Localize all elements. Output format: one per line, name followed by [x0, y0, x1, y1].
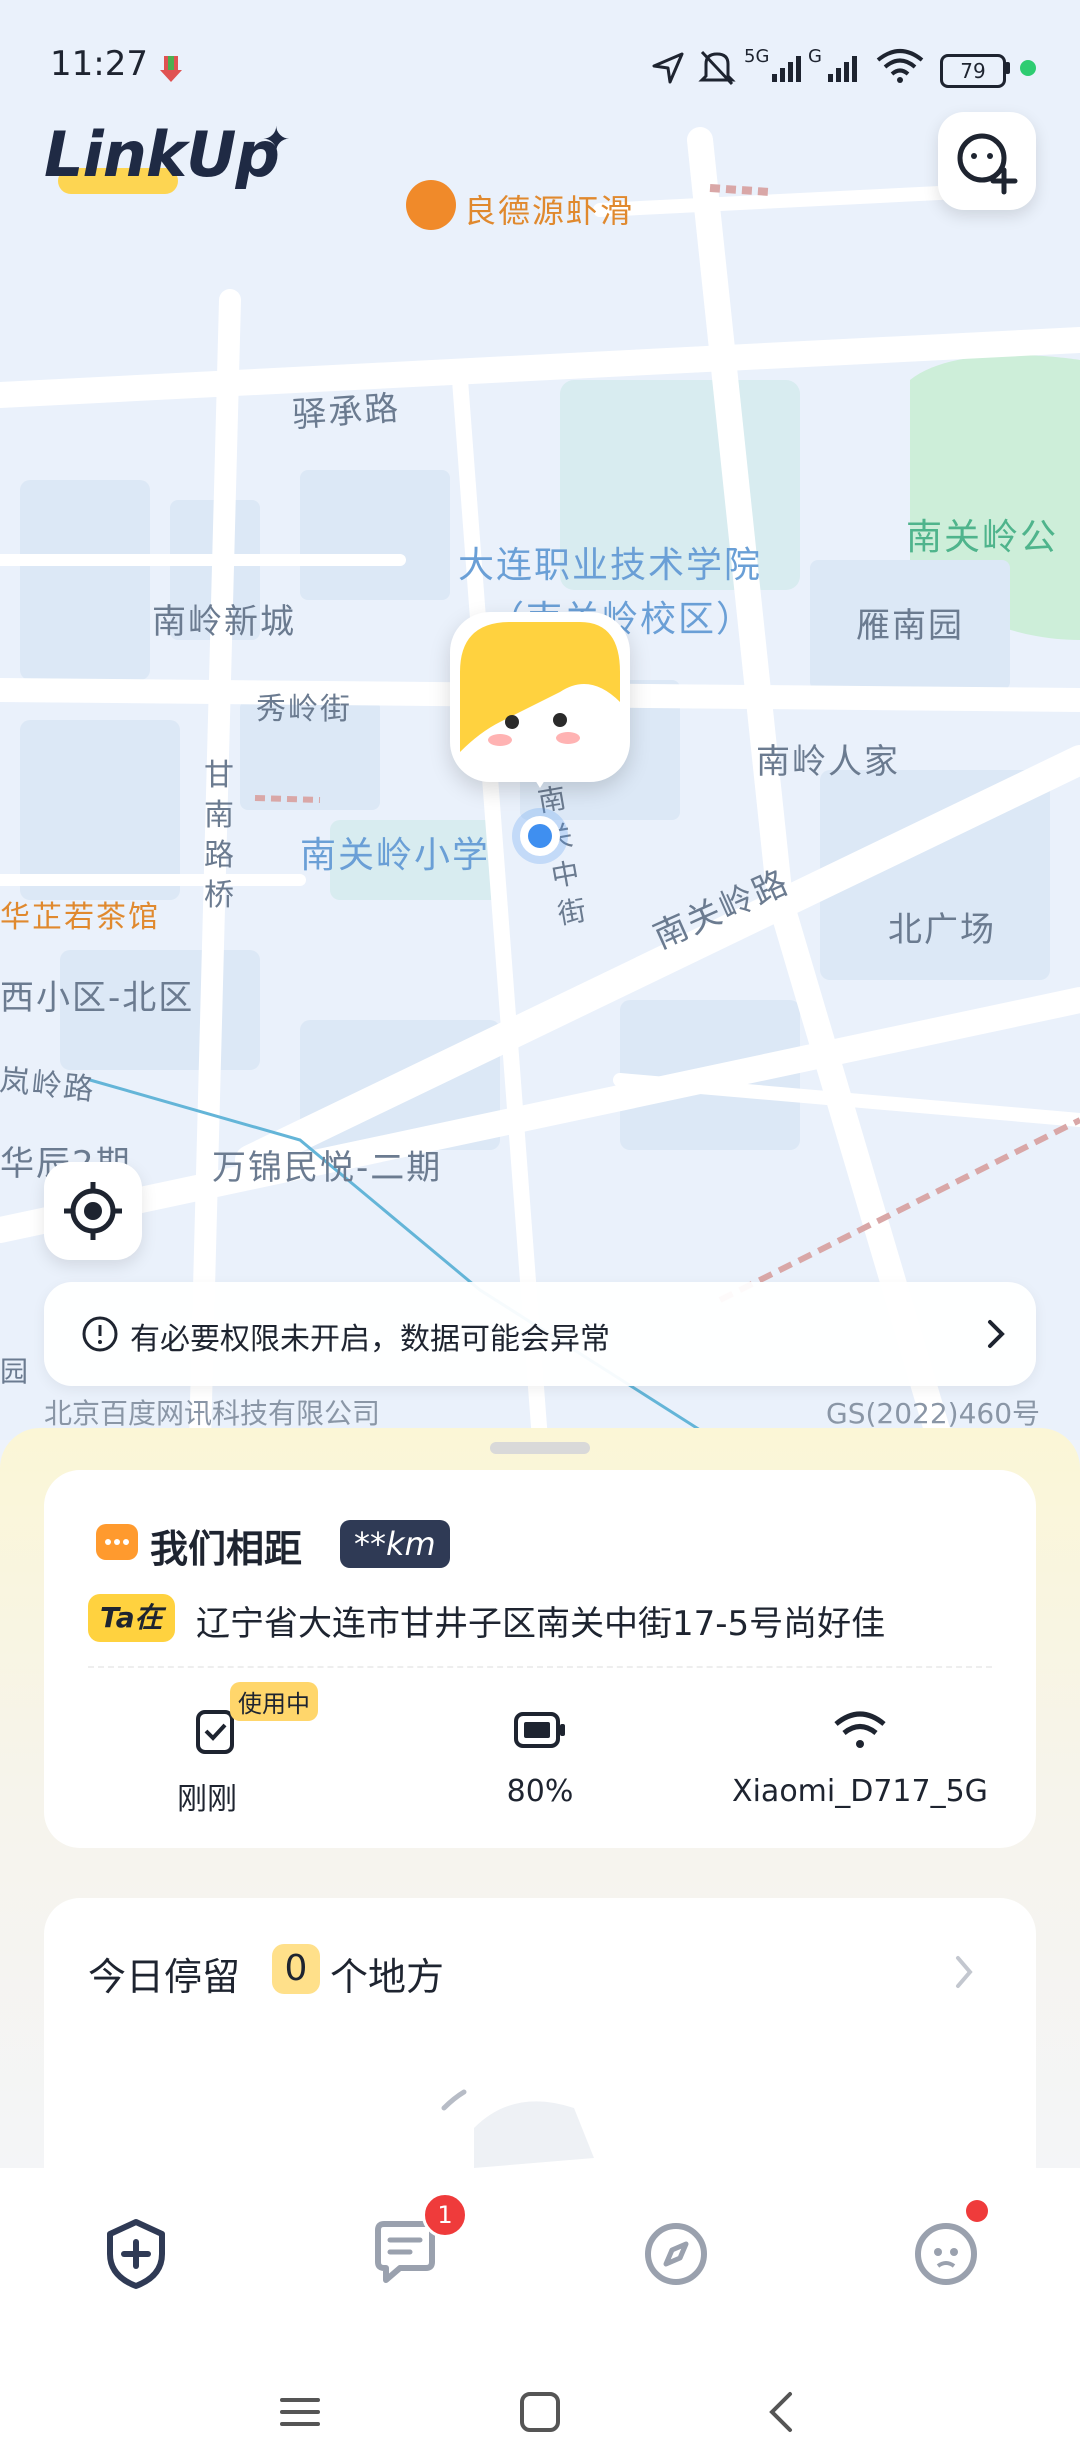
permission-warning-banner[interactable]: 有必要权限未开启，数据可能会异常 [44, 1282, 1036, 1386]
map-view[interactable]: 良德源虾滑 驿承路 大连职业技术学院 （南关岭校区） 南关岭公 南岭新城 雁南园… [0, 0, 1080, 1440]
mute-bell-icon [698, 48, 736, 92]
messages-unread-badge: 1 [422, 2192, 468, 2238]
compass-icon [645, 2223, 707, 2285]
stay-title-suffix: 个地方 [330, 1955, 445, 1999]
partner-address: 辽宁省大连市甘井子区南关中街17-5号尚好佳 [196, 1604, 886, 1644]
map-label: 甘南路桥 [204, 758, 236, 913]
chat-bubble-icon [96, 1524, 138, 1560]
app-logo: LinkUp [44, 118, 280, 191]
battery-indicator: 79 [940, 54, 1006, 88]
map-label: 园 [0, 1355, 31, 1388]
map-license: GS(2022)460号 [826, 1397, 1041, 1430]
map-label: 良德源虾滑 [464, 192, 635, 230]
nav-messages[interactable]: 1 [366, 2192, 468, 2294]
stat-value: 刚刚 [177, 1782, 237, 1817]
location-dot-icon [520, 816, 560, 856]
map-label: 驿承路 [290, 388, 402, 436]
ta-location-badge: Ta在 [88, 1594, 175, 1642]
stat-last-active: 使用中 刚刚 [152, 1682, 318, 1820]
sheet-drag-handle[interactable] [490, 1442, 590, 1454]
map-copyright: 北京百度网讯科技有限公司 [44, 1397, 381, 1430]
location-arrow-icon [650, 50, 686, 90]
home-square-icon [520, 2392, 560, 2432]
wifi-status-icon [876, 48, 924, 88]
map-label: 大连职业技术学院 [458, 545, 763, 586]
in-use-badge: 使用中 [230, 1682, 318, 1721]
map-label: 万锦民悦-二期 [212, 1148, 443, 1188]
home-shield-icon [107, 2219, 165, 2289]
crosshair-icon [64, 1182, 122, 1240]
stat-wifi: Xiaomi_D717_5G [724, 1700, 1014, 1820]
add-friend-button[interactable] [938, 112, 1036, 210]
profile-notification-dot [966, 2200, 988, 2222]
battery-icon [514, 1712, 565, 1748]
nav-home[interactable] [96, 2214, 176, 2294]
chevron-right-icon [956, 1956, 973, 1988]
system-menu-button[interactable] [278, 2392, 322, 2432]
map-label: 雁南园 [856, 606, 964, 646]
system-home-button[interactable] [518, 2390, 562, 2434]
map-label: 华芷若茶馆 [0, 900, 160, 935]
download-icon [160, 56, 182, 82]
battery-cap [1005, 62, 1010, 74]
map-label: 北广场 [888, 910, 996, 950]
system-back-button[interactable] [760, 2390, 804, 2434]
locate-me-button[interactable] [44, 1162, 142, 1260]
map-label: 西小区-北区 [0, 978, 195, 1018]
permission-warning-text: 有必要权限未开启，数据可能会异常 [130, 1322, 610, 1357]
map-label: 南关岭公 [906, 517, 1059, 558]
privacy-dot [1020, 60, 1036, 76]
map-label: 南岭新城 [152, 602, 296, 642]
status-time: 11:27 [50, 44, 148, 84]
info-circle-icon [82, 1316, 118, 1352]
avatar-face-icon [460, 622, 620, 788]
stat-battery: 80% [460, 1700, 620, 1820]
chevron-right-icon [988, 1320, 1005, 1348]
add-person-icon [957, 133, 1018, 195]
back-chevron-icon [769, 2392, 792, 2432]
divider [88, 1666, 992, 1668]
menu-icon [280, 2398, 320, 2426]
nav-discover[interactable] [636, 2214, 716, 2294]
poi-pin-icon [406, 180, 456, 230]
stat-value: 80% [506, 1774, 574, 1809]
wifi-icon [834, 1711, 886, 1748]
partner-avatar-marker[interactable] [450, 612, 630, 788]
map-label: 南关岭小学 [300, 835, 491, 876]
distance-value-badge: **km [340, 1520, 450, 1568]
map-label: 南岭人家 [756, 742, 900, 782]
distance-card[interactable]: 我们相距 **km Ta在 辽宁省大连市甘井子区南关中街17-5号尚好佳 使用中… [44, 1470, 1036, 1848]
logo-sparkle-icon: ✦ [262, 120, 291, 160]
distance-title: 我们相距 [150, 1527, 303, 1571]
map-label: 秀岭街 [256, 692, 352, 727]
nav-profile[interactable] [906, 2200, 988, 2294]
profile-face-icon [915, 2223, 977, 2285]
bottom-sheet[interactable]: 我们相距 **km Ta在 辽宁省大连市甘井子区南关中街17-5号尚好佳 使用中… [0, 1428, 1080, 2318]
bottom-nav-bar: 1 [0, 2168, 1080, 2460]
stat-value: Xiaomi_D717_5G [732, 1774, 988, 1809]
stay-count-badge: 0 [272, 1944, 320, 1994]
stay-title-prefix: 今日停留 [88, 1955, 241, 1999]
